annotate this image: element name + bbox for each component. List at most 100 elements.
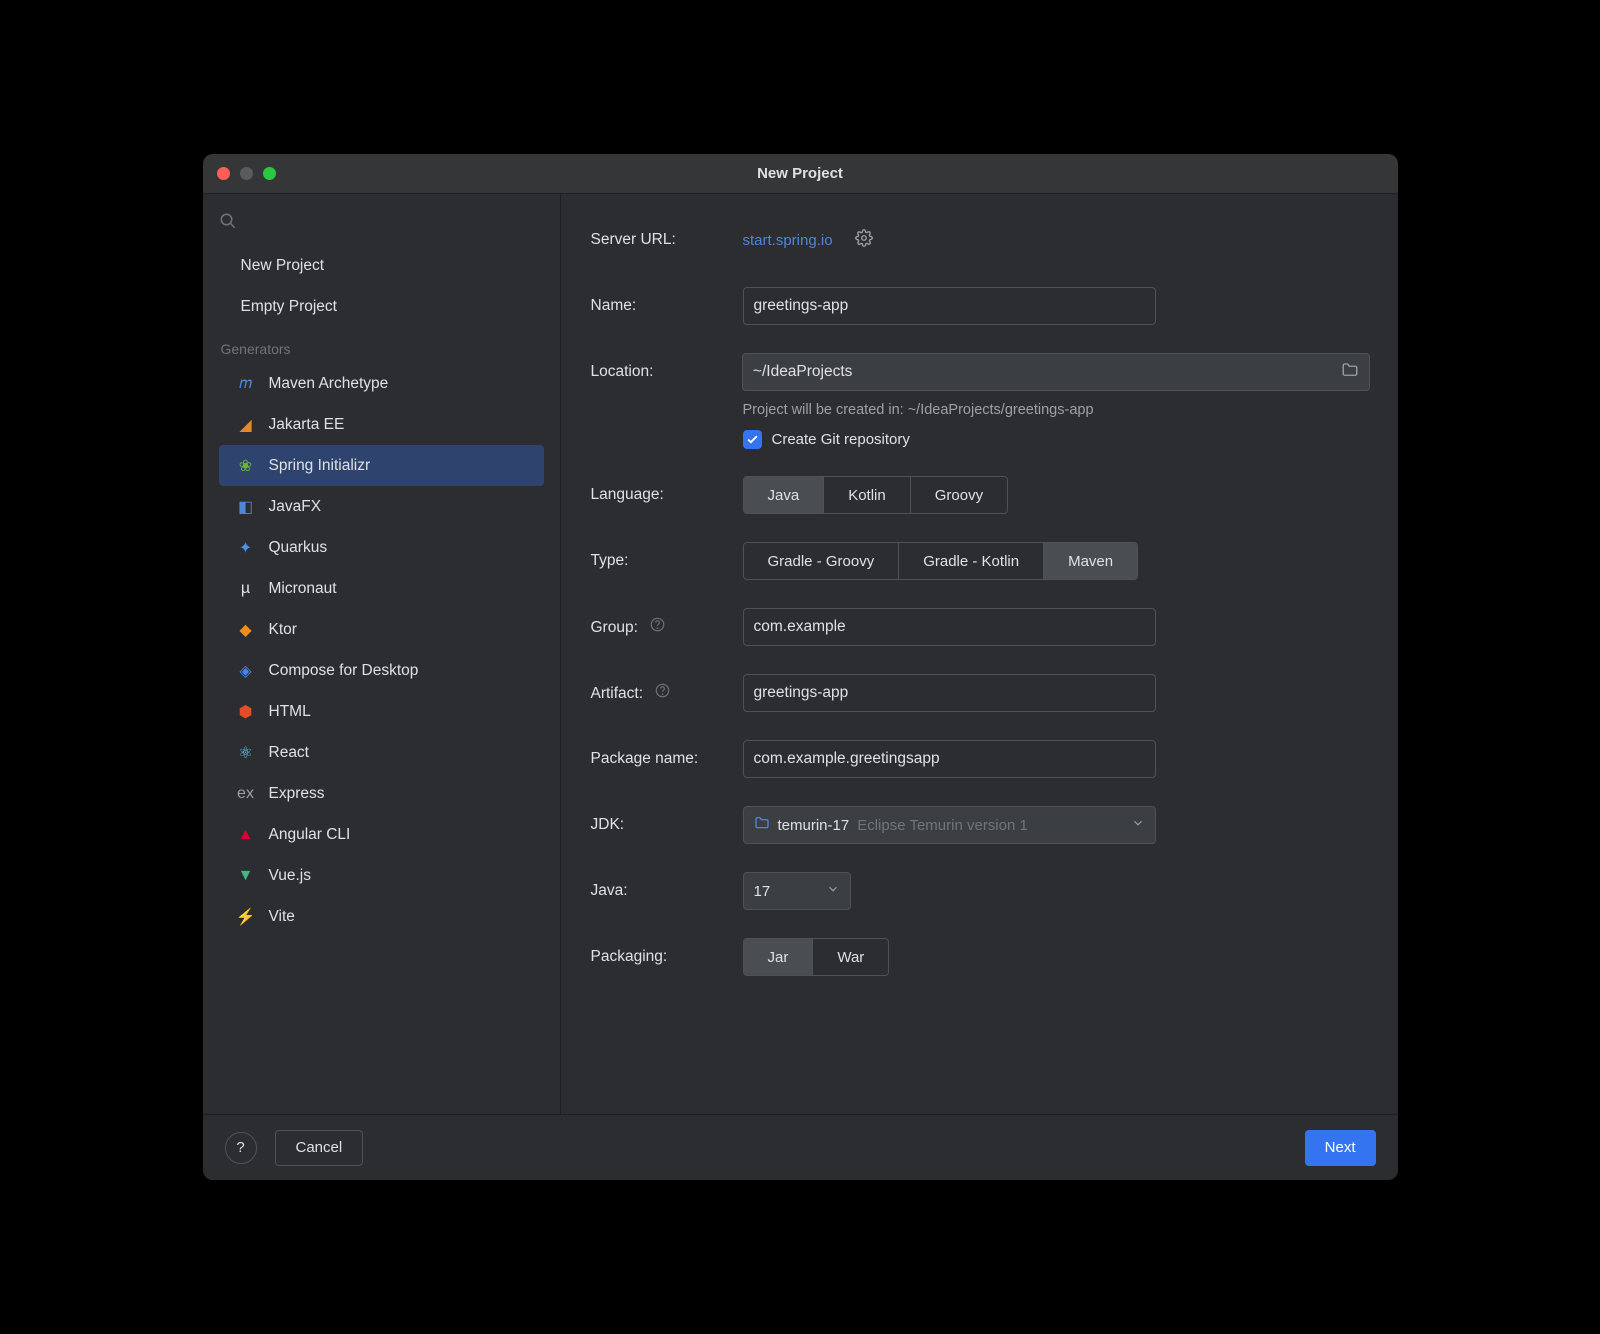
sidebar-item-label: Jakarta EE bbox=[269, 416, 345, 434]
java-label: Java: bbox=[591, 882, 743, 900]
sidebar-item-spring-initializr[interactable]: ❀Spring Initializr bbox=[219, 445, 544, 486]
sidebar-item-label: Ktor bbox=[269, 621, 297, 639]
angular-icon: ▲ bbox=[235, 824, 257, 846]
help-icon[interactable] bbox=[650, 619, 665, 636]
sidebar-item-label: Vite bbox=[269, 908, 295, 926]
compose-icon: ◈ bbox=[235, 660, 257, 682]
sidebar: New Project Empty Project Generators 𝑚 Mav… bbox=[203, 194, 561, 1114]
java-dropdown[interactable]: 17 bbox=[743, 872, 851, 910]
search-row[interactable] bbox=[203, 200, 560, 245]
titlebar: New Project bbox=[203, 154, 1398, 194]
sidebar-item-ktor[interactable]: ◆ Ktor bbox=[203, 609, 560, 650]
language-option-groovy[interactable]: Groovy bbox=[911, 477, 1007, 513]
form-panel: Server URL: start.spring.io Name: Locati… bbox=[561, 194, 1398, 1114]
sidebar-item-label: Compose for Desktop bbox=[269, 662, 419, 680]
search-icon bbox=[219, 212, 237, 234]
spring-icon: ❀ bbox=[235, 455, 257, 477]
express-icon: ex bbox=[235, 783, 257, 805]
sidebar-item-label: New Project bbox=[241, 257, 325, 275]
window-title: New Project bbox=[203, 165, 1398, 182]
location-input[interactable]: ~/IdeaProjects bbox=[742, 353, 1370, 391]
sidebar-item-vue.js[interactable]: ▼ Vue.js bbox=[203, 855, 560, 896]
type-option-gradle---groovy[interactable]: Gradle - Groovy bbox=[744, 543, 900, 579]
packaging-option-jar[interactable]: Jar bbox=[744, 939, 814, 975]
jdk-dropdown[interactable]: temurin-17 Eclipse Temurin version 1 bbox=[743, 806, 1156, 844]
sidebar-item-html[interactable]: ⬢HTML bbox=[203, 691, 560, 732]
sidebar-item-vite[interactable]: ⚡ Vite bbox=[203, 896, 560, 937]
server-url-link[interactable]: start.spring.io bbox=[743, 232, 833, 249]
packaging-option-war[interactable]: War bbox=[813, 939, 888, 975]
language-label: Language: bbox=[591, 486, 743, 504]
group-input[interactable] bbox=[743, 608, 1156, 646]
location-hint: Project will be created in: ~/IdeaProjec… bbox=[743, 402, 1370, 418]
java-value: 17 bbox=[754, 883, 771, 900]
vue-icon: ▼ bbox=[235, 865, 257, 887]
sidebar-item-jakarta-ee[interactable]: ◢ Jakarta EE bbox=[203, 404, 560, 445]
sidebar-item-label: Empty Project bbox=[241, 298, 337, 316]
sidebar-item-quarkus[interactable]: ✦ Quarkus bbox=[203, 527, 560, 568]
folder-icon[interactable] bbox=[1341, 361, 1359, 384]
language-option-kotlin[interactable]: Kotlin bbox=[824, 477, 911, 513]
package-label: Package name: bbox=[591, 750, 743, 768]
git-checkbox[interactable] bbox=[743, 430, 762, 449]
sidebar-item-label: Vue.js bbox=[269, 867, 312, 885]
new-project-window: New Project New Project Empty Project Gen… bbox=[203, 154, 1398, 1180]
sidebar-item-empty-project[interactable]: Empty Project bbox=[203, 286, 560, 327]
footer: ? Cancel Next bbox=[203, 1114, 1398, 1180]
help-button[interactable]: ? bbox=[225, 1132, 257, 1164]
sidebar-item-label: Angular CLI bbox=[269, 826, 351, 844]
sidebar-item-label: Micronaut bbox=[269, 580, 337, 598]
group-label: Group: bbox=[591, 617, 743, 637]
jdk-value: temurin-17 bbox=[778, 817, 850, 834]
sidebar-item-new-project[interactable]: New Project bbox=[203, 245, 560, 286]
sidebar-item-angular-cli[interactable]: ▲ Angular CLI bbox=[203, 814, 560, 855]
name-label: Name: bbox=[591, 297, 743, 315]
name-input[interactable] bbox=[743, 287, 1156, 325]
server-url-label: Server URL: bbox=[591, 231, 743, 249]
react-icon: ⚛ bbox=[235, 742, 257, 764]
packaging-segmented: JarWar bbox=[743, 938, 890, 976]
sidebar-item-compose-for-desktop[interactable]: ◈ Compose for Desktop bbox=[203, 650, 560, 691]
type-segmented: Gradle - GroovyGradle - KotlinMaven bbox=[743, 542, 1139, 580]
sidebar-item-react[interactable]: ⚛ React bbox=[203, 732, 560, 773]
cancel-button[interactable]: Cancel bbox=[275, 1130, 364, 1166]
language-option-java[interactable]: Java bbox=[744, 477, 825, 513]
type-label: Type: bbox=[591, 552, 743, 570]
sidebar-item-label: Quarkus bbox=[269, 539, 328, 557]
vite-icon: ⚡ bbox=[235, 906, 257, 928]
packaging-label: Packaging: bbox=[591, 948, 743, 966]
sidebar-item-maven-archetype[interactable]: 𝑚 Maven Archetype bbox=[203, 363, 560, 404]
jdk-folder-icon bbox=[754, 815, 770, 835]
help-icon[interactable] bbox=[655, 685, 670, 702]
sidebar-item-label: Express bbox=[269, 785, 325, 803]
gear-icon[interactable] bbox=[855, 229, 873, 251]
package-input[interactable] bbox=[743, 740, 1156, 778]
micronaut-icon: µ bbox=[235, 578, 257, 600]
sidebar-item-express[interactable]: ex Express bbox=[203, 773, 560, 814]
jdk-label: JDK: bbox=[591, 816, 743, 834]
git-checkbox-label: Create Git repository bbox=[772, 431, 910, 448]
location-value: ~/IdeaProjects bbox=[753, 363, 853, 381]
sidebar-item-label: JavaFX bbox=[269, 498, 322, 516]
type-option-gradle---kotlin[interactable]: Gradle - Kotlin bbox=[899, 543, 1044, 579]
generators-label: Generators bbox=[203, 327, 560, 363]
quarkus-icon: ✦ bbox=[235, 537, 257, 559]
artifact-input[interactable] bbox=[743, 674, 1156, 712]
next-button[interactable]: Next bbox=[1305, 1130, 1376, 1166]
chevron-down-icon bbox=[826, 882, 840, 900]
html-icon: ⬢ bbox=[235, 701, 257, 723]
javafx-icon: ◧ bbox=[235, 496, 257, 518]
chevron-down-icon bbox=[1131, 816, 1145, 834]
ktor-icon: ◆ bbox=[235, 619, 257, 641]
artifact-label: Artifact: bbox=[591, 683, 743, 703]
sidebar-item-label: Maven Archetype bbox=[269, 375, 389, 393]
location-label: Location: bbox=[591, 363, 742, 381]
language-segmented: JavaKotlinGroovy bbox=[743, 476, 1009, 514]
jakarta-icon: ◢ bbox=[235, 414, 257, 436]
maven-icon: 𝑚 bbox=[235, 373, 257, 395]
jdk-description: Eclipse Temurin version 1 bbox=[857, 817, 1028, 834]
sidebar-item-label: React bbox=[269, 744, 310, 762]
sidebar-item-javafx[interactable]: ◧ JavaFX bbox=[203, 486, 560, 527]
sidebar-item-micronaut[interactable]: µ Micronaut bbox=[203, 568, 560, 609]
type-option-maven[interactable]: Maven bbox=[1044, 543, 1137, 579]
